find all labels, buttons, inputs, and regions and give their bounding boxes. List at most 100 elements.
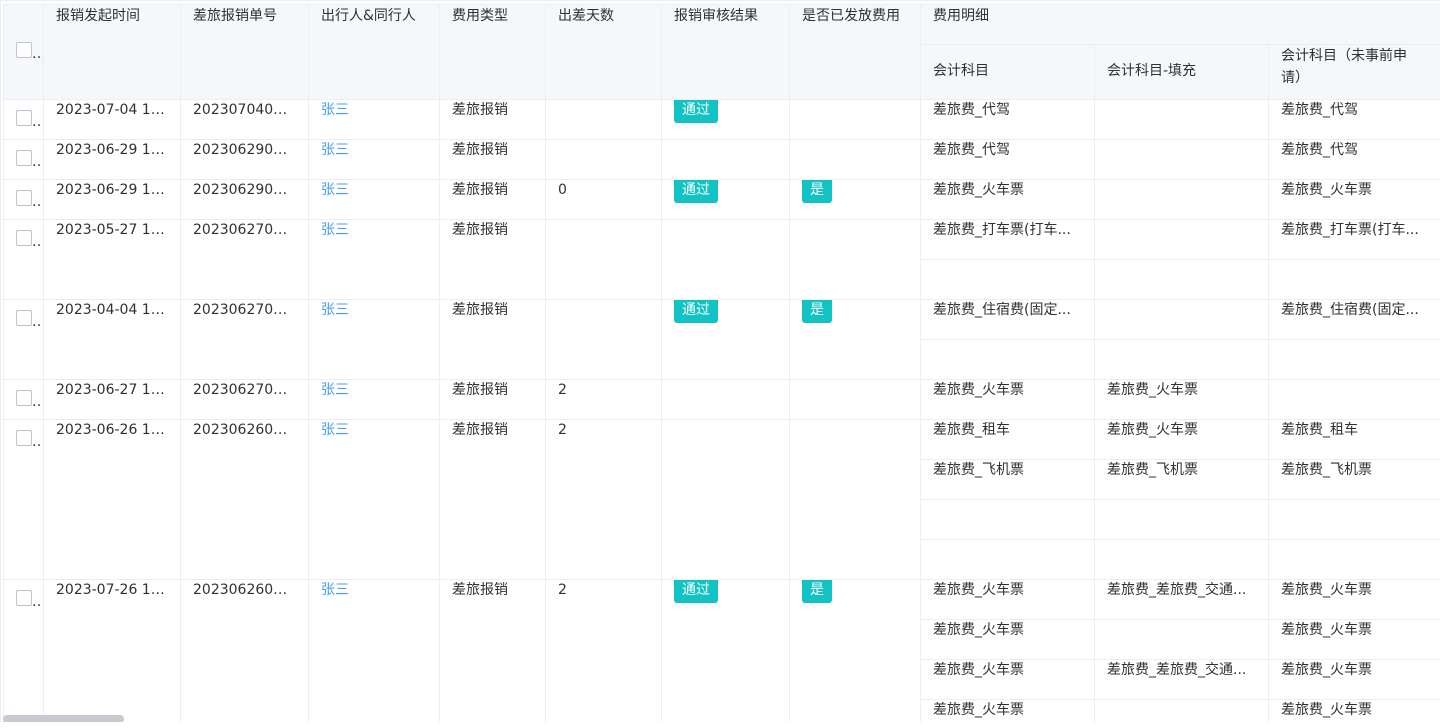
traveler-link[interactable]: 张三 [321,142,349,158]
traveler-link[interactable]: 张三 [321,182,349,198]
cell-subject-fill [1094,179,1269,220]
cell-fee-type: 差旅报销 [439,299,546,380]
cell-subject-fill: 差旅费_飞机票 [1094,459,1269,500]
cell-subject-pre: 差旅费_火车票 [1268,659,1440,700]
issued-status-badge: 是 [802,580,832,603]
column-header-fee-type[interactable]: 费用类型 [439,4,546,100]
cell-subject [920,539,1095,580]
column-header-bill-no[interactable]: 差旅报销单号 [180,4,309,100]
cell-subject: 差旅费_代驾 [920,139,1095,180]
cell-start-time: 2023-07-04 15:... [43,99,181,140]
cell-subject-fill: 差旅费_火车票 [1094,379,1269,420]
cell-subject-fill [1094,219,1269,260]
row-select-cell [3,179,44,220]
column-group-fee-detail: 费用明细 [920,4,1440,45]
table-row: 2023-06-29 17:... 20230629000... 张三 差旅报销 差旅费… [3,139,1440,180]
traveler-link[interactable]: 张三 [321,582,349,598]
cell-subject-fill: 差旅费_差旅费_交通... [1094,579,1269,620]
cell-subject: 差旅费_代驾 [920,99,1095,140]
cell-subject [920,259,1095,300]
column-header-subject-pre[interactable]: 会计科目（未事前申请） [1268,44,1440,100]
cell-bill-no: 20230629000... [180,179,309,220]
travel-expense-table: 报销发起时间 差旅报销单号 出行人&同行人 费用类型 出差天数 报销审核结果 是… [3,4,1440,722]
cell-audit-result [661,139,790,180]
table-row: 2023-04-04 19:... 20230627000... 张三 差旅报销 通过 是… [3,299,1440,380]
row-checkbox[interactable] [16,150,32,166]
cell-fee-type: 差旅报销 [439,379,546,420]
cell-subject-pre [1268,539,1440,580]
cell-subject: 差旅费_租车 [920,419,1095,460]
cell-start-time: 2023-06-26 11:... [43,419,181,580]
cell-days [545,139,662,180]
cell-issued [789,419,921,580]
cell-subject: 差旅费_飞机票 [920,459,1095,500]
cell-subject-pre [1268,259,1440,300]
table-row: 2023-07-26 10:... 20230626000... 张三 差旅报销 2 通过… [3,579,1440,722]
row-checkbox[interactable] [16,190,32,206]
cell-subject-fill: 差旅费_火车票 [1094,419,1269,460]
cell-start-time: 2023-06-29 17:... [43,139,181,180]
traveler-link[interactable]: 张三 [321,302,349,318]
traveler-link[interactable]: 张三 [321,222,349,238]
row-checkbox[interactable] [16,390,32,406]
cell-days [545,219,662,300]
column-header-audit-result[interactable]: 报销审核结果 [661,4,790,100]
cell-bill-no: 20230626000... [180,419,309,580]
cell-bill-no: 20230704000... [180,99,309,140]
row-checkbox[interactable] [16,430,32,446]
column-header-subject-fill[interactable]: 会计科目-填充 [1094,44,1269,100]
row-checkbox[interactable] [16,310,32,326]
cell-days: 2 [545,379,662,420]
cell-subject-fill [1094,539,1269,580]
cell-subject-fill [1094,259,1269,300]
traveler-link[interactable]: 张三 [321,102,349,118]
table-row: 2023-05-27 19:... 20230627000... 张三 差旅报销 差旅费… [3,219,1440,300]
cell-issued [789,99,921,140]
column-header-days[interactable]: 出差天数 [545,4,662,100]
table-body: 2023-07-04 15:... 20230704000... 张三 差旅报销 通过差… [3,99,1440,722]
row-checkbox[interactable] [16,230,32,246]
row-select-cell [3,139,44,180]
cell-bill-no: 20230626000... [180,579,309,722]
cell-subject-pre: 差旅费_飞机票 [1268,459,1440,500]
cell-bill-no: 20230627000... [180,379,309,420]
select-all-checkbox[interactable] [16,42,32,58]
traveler-link[interactable]: 张三 [321,422,349,438]
cell-subject: 差旅费_火车票 [920,659,1095,700]
column-header-traveler[interactable]: 出行人&同行人 [308,4,440,100]
column-header-issued[interactable]: 是否已发放费用 [789,4,921,100]
cell-subject: 差旅费_火车票 [920,619,1095,660]
cell-start-time: 2023-07-26 10:... [43,579,181,722]
cell-subject: 差旅费_火车票 [920,179,1095,220]
cell-bill-no: 20230627000... [180,219,309,300]
cell-subject-pre: 差旅费_代驾 [1268,99,1440,140]
cell-issued: 是 [789,179,921,220]
cell-fee-type: 差旅报销 [439,419,546,580]
cell-fee-type: 差旅报销 [439,139,546,180]
row-select-cell [3,299,44,380]
row-checkbox[interactable] [16,110,32,126]
bottom-strip [0,722,1440,728]
select-all-cell [3,4,44,100]
audit-status-badge: 通过 [674,180,718,203]
horizontal-scrollbar-thumb[interactable] [3,715,124,722]
cell-traveler: 张三 [308,379,440,420]
table-row: 2023-06-26 11:... 20230626000... 张三 差旅报销 2 差旅… [3,419,1440,580]
cell-subject [920,499,1095,540]
horizontal-scrollbar[interactable] [1,714,1440,722]
cell-days: 2 [545,419,662,580]
column-header-subject[interactable]: 会计科目 [920,44,1095,100]
cell-fee-type: 差旅报销 [439,99,546,140]
cell-subject-pre: 差旅费_火车票 [1268,579,1440,620]
traveler-link[interactable]: 张三 [321,382,349,398]
cell-subject-fill [1094,619,1269,660]
cell-subject-pre [1268,379,1440,420]
row-checkbox[interactable] [16,590,32,606]
cell-subject-fill: 差旅费_差旅费_交通... [1094,659,1269,700]
cell-audit-result [661,419,790,580]
cell-subject-fill [1094,99,1269,140]
column-header-start-time[interactable]: 报销发起时间 [43,4,181,100]
audit-status-badge: 通过 [674,100,718,123]
cell-subject-pre [1268,499,1440,540]
cell-subject-pre: 差旅费_打车票(打车... [1268,219,1440,260]
